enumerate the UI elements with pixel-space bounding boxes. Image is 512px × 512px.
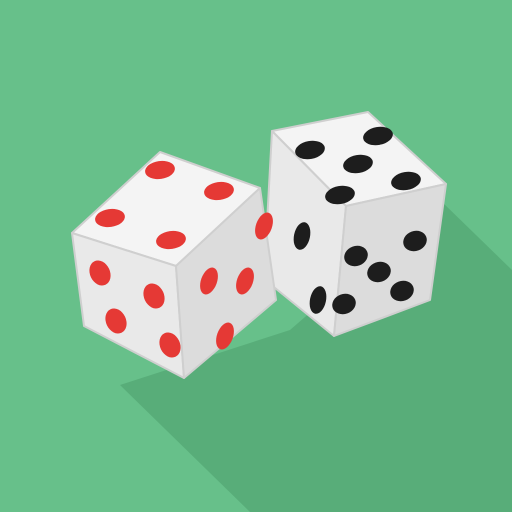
dice-icon-illustration [0, 0, 512, 512]
